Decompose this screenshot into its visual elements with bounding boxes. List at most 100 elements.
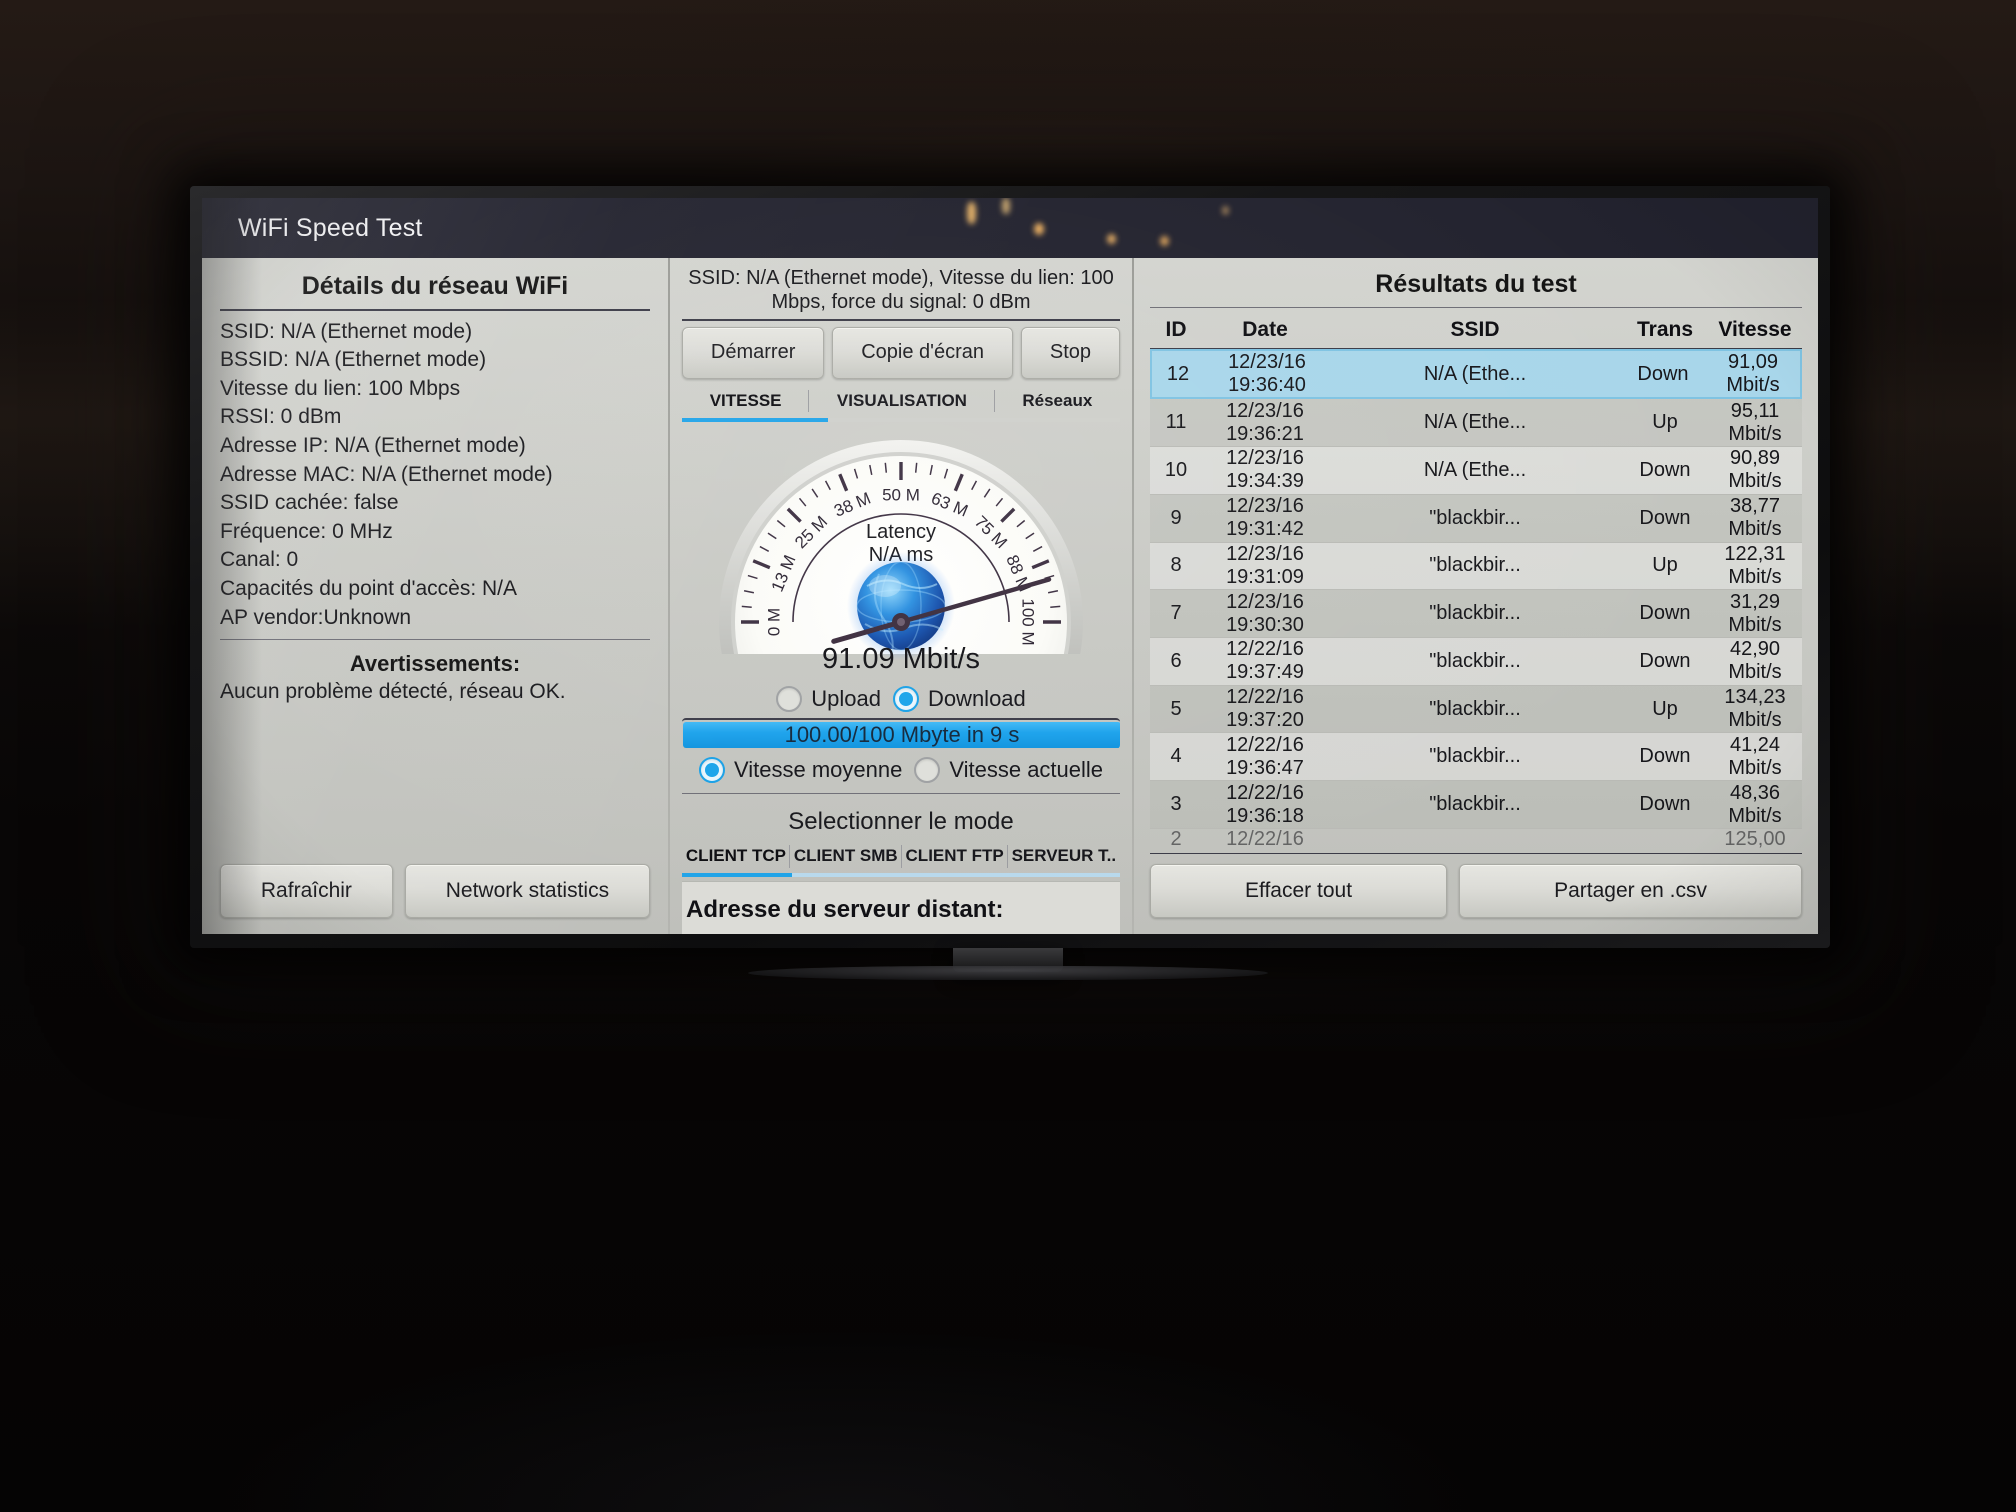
- tab-r-seaux[interactable]: Réseaux: [995, 385, 1120, 418]
- gauge-reading: 91.09 Mbit/s: [822, 643, 980, 675]
- network-statistics-button[interactable]: Network statistics: [404, 864, 650, 918]
- start-button[interactable]: Démarrer: [682, 326, 825, 379]
- tab-underline-segment: [791, 872, 901, 878]
- column-header-ssid: SSID: [1450, 317, 1500, 341]
- speed-gauge-svg: 0 M13 M25 M38 M 50 M 63 M75 M88 M100 M Lat…: [719, 440, 1083, 675]
- table-row[interactable]: 4 12/22/16 19:36:47 "blackbir... Down 41,24 Mb…: [1150, 733, 1802, 782]
- divider: [682, 793, 1120, 794]
- upload-radio-label: Upload: [811, 686, 881, 712]
- current-speed-radio[interactable]: Vitesse actuelle: [914, 757, 1103, 784]
- stop-button[interactable]: Stop: [1020, 326, 1120, 379]
- mode-selector-title: Selectionner le mode: [788, 807, 1014, 835]
- cell-id: 3: [1170, 793, 1182, 816]
- table-row[interactable]: 6 12/22/16 19:37:49 "blackbir... Down 42,90 Mb…: [1150, 637, 1802, 686]
- cell-trans: Down: [1639, 506, 1691, 529]
- cell-trans: Down: [1639, 793, 1691, 816]
- tab-vitesse[interactable]: VITESSE: [682, 385, 810, 418]
- cell-id: 2: [1170, 828, 1182, 851]
- wifi-detail-line: Canal: 0: [220, 548, 299, 572]
- cell-id: 11: [1165, 411, 1187, 434]
- warnings-title: Avertissements:: [349, 650, 521, 676]
- download-radio-dot[interactable]: [892, 686, 919, 713]
- wifi-detail-line: AP vendor:Unknown: [220, 605, 412, 629]
- floor-glow: [0, 1092, 2016, 1512]
- table-row[interactable]: 9 12/23/16 19:31:42 "blackbir... Down 38,77 Mb…: [1150, 494, 1802, 543]
- table-row[interactable]: 12 12/23/16 19:36:40 N/A (Ethe... Down 91,09 M…: [1150, 349, 1802, 400]
- screenshot-button[interactable]: Copie d'écran: [832, 326, 1013, 379]
- wifi-detail-line: Fréquence: 0 MHz: [220, 519, 393, 543]
- upload-radio[interactable]: Upload: [776, 686, 881, 713]
- gauge-latency-label: Latency: [866, 521, 936, 543]
- cell-vitesse: 41,24 Mbit/s: [1728, 733, 1782, 779]
- speed-gauge: 0 M 13 M 25 M 38 M 50 M 63 M 75 M 88 M 100 M Lat…: [715, 426, 1087, 676]
- cell-id: 5: [1170, 697, 1182, 720]
- wifi-details-title: Détails du réseau WiFi: [301, 272, 569, 300]
- tab-underline-segment: [1010, 872, 1120, 878]
- cell-date: 12/23/16 19:31:42: [1226, 495, 1304, 541]
- cell-vitesse: 95,11 Mbit/s: [1728, 399, 1782, 445]
- tab-underline-segment: [682, 872, 792, 878]
- cell-date: 12/22/16 19:37:20: [1226, 686, 1304, 732]
- table-row[interactable]: 7 12/23/16 19:30:30 "blackbir... Down 31,29 Mb…: [1150, 590, 1802, 638]
- cell-trans: Up: [1652, 554, 1678, 577]
- cell-date: 12/22/16: [1226, 828, 1304, 851]
- cell-date: 12/22/16 19:36:47: [1226, 733, 1304, 779]
- column-header-date: Date: [1242, 317, 1288, 341]
- remote-server-section: Adresse du serveur distant:: [682, 881, 1120, 934]
- wifi-detail-line: BSSID: N/A (Ethernet mode): [220, 348, 487, 372]
- cell-ssid: "blackbir...: [1429, 745, 1521, 768]
- column-header-vitesse: Vitesse: [1718, 317, 1792, 341]
- cell-date: 12/22/16 19:36:18: [1226, 781, 1304, 827]
- cell-date: 12/23/16 19:31:09: [1226, 542, 1304, 588]
- app-titlebar: WiFi Speed Test: [202, 198, 1818, 258]
- average-speed-radio-dot[interactable]: [698, 757, 725, 784]
- mode-tab-serveur-t[interactable]: SERVEUR T..: [1008, 840, 1120, 873]
- test-results-panel: Résultats du test ID Date SSID Trans Vit…: [1134, 258, 1818, 934]
- test-results-title: Résultats du test: [1375, 270, 1577, 298]
- cell-trans: Up: [1652, 697, 1678, 720]
- cell-ssid: N/A (Ethe...: [1423, 362, 1527, 385]
- reflection-bokeh-4: [1107, 234, 1116, 244]
- cell-ssid: "blackbir...: [1429, 793, 1521, 816]
- wifi-detail-line: RSSI: 0 dBm: [220, 405, 342, 429]
- cell-trans: Up: [1652, 411, 1678, 434]
- upload-radio-dot[interactable]: [776, 686, 803, 713]
- remote-server-label: Adresse du serveur distant:: [686, 896, 1004, 924]
- column-header-id: ID: [1165, 317, 1187, 341]
- tab-label: CLIENT TCP: [685, 845, 787, 865]
- cell-id: 10: [1164, 458, 1188, 481]
- cell-ssid: "blackbir...: [1429, 697, 1521, 720]
- cell-date: 12/23/16 19:30:30: [1226, 590, 1304, 636]
- cell-ssid: N/A (Ethe...: [1423, 411, 1527, 434]
- tab-visualisation[interactable]: VISUALISATION: [809, 385, 995, 418]
- table-row[interactable]: 11 12/23/16 19:36:21 N/A (Ethe... Up 95,11 Mbi…: [1150, 399, 1802, 448]
- cell-trans: Down: [1639, 745, 1691, 768]
- cell-date: 12/23/16 19:36:40: [1228, 351, 1306, 397]
- share-csv-button[interactable]: Partager en .csv: [1459, 864, 1803, 918]
- wifi-detail-line: Adresse IP: N/A (Ethernet mode): [220, 433, 526, 457]
- mode-tab-client-ftp[interactable]: CLIENT FTP: [902, 840, 1008, 873]
- cell-date: 12/23/16 19:34:39: [1226, 447, 1304, 493]
- download-radio[interactable]: Download: [892, 686, 1026, 713]
- average-speed-radio[interactable]: Vitesse moyenne: [698, 757, 902, 784]
- mode-tab-client-tcp[interactable]: CLIENT TCP: [682, 840, 790, 873]
- results-table-header: ID Date SSID Trans Vitesse: [1150, 314, 1802, 348]
- table-row[interactable]: 10 12/23/16 19:34:39 N/A (Ethe... Down 90,89 M…: [1150, 447, 1802, 495]
- table-row[interactable]: 3 12/22/16 19:36:18 "blackbir... Down 48,36 Mb…: [1150, 781, 1802, 829]
- refresh-button[interactable]: Rafraîchir: [220, 864, 393, 918]
- mode-tab-client-smb[interactable]: CLIENT SMB: [790, 840, 902, 873]
- table-row[interactable]: 5 12/22/16 19:37:20 "blackbir... Up 134,23 Mbi…: [1150, 685, 1802, 734]
- download-radio-label: Download: [927, 686, 1026, 712]
- gauge-minor-tick: [741, 605, 752, 609]
- clear-all-button[interactable]: Effacer tout: [1150, 864, 1448, 918]
- tab-label: CLIENT SMB: [793, 845, 898, 865]
- warnings-text: Aucun problème détecté, réseau OK.: [220, 679, 566, 703]
- direction-radio-group: Upload Download: [682, 678, 1120, 718]
- gauge-tick-label: 100 M: [1019, 598, 1038, 645]
- cell-trans: Down: [1637, 362, 1689, 385]
- results-table-body[interactable]: 12 12/23/16 19:36:40 N/A (Ethe... Down 91,09 M…: [1150, 349, 1802, 850]
- current-speed-radio-dot[interactable]: [914, 757, 941, 784]
- cell-ssid: "blackbir...: [1429, 649, 1521, 672]
- table-row-partial[interactable]: 2 12/22/16 125,00: [1150, 829, 1802, 851]
- table-row[interactable]: 8 12/23/16 19:31:09 "blackbir... Up 122,31 Mbi…: [1150, 542, 1802, 591]
